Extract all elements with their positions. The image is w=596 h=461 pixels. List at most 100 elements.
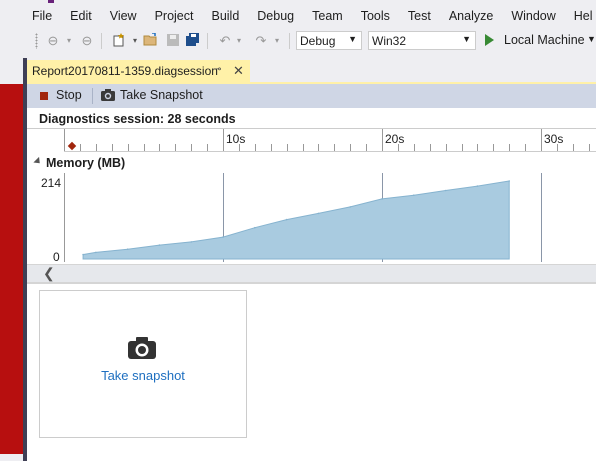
solution-platform-dropdown[interactable]: Win32 ▼ — [368, 31, 476, 50]
memory-data-point — [381, 198, 383, 200]
ruler-tick — [445, 144, 447, 151]
memory-data-point — [158, 244, 161, 246]
ruler-tick — [175, 144, 177, 151]
menu-window[interactable]: Window — [502, 6, 564, 26]
menu-project[interactable]: Project — [146, 6, 203, 26]
menu-tools[interactable]: Tools — [352, 6, 399, 26]
stop-icon[interactable] — [40, 92, 48, 100]
menu-debug[interactable]: Debug — [248, 6, 303, 26]
session-duration-status: Diagnostics session: 28 seconds — [39, 112, 236, 126]
ruler-tick — [223, 129, 224, 151]
memory-data-point — [349, 206, 352, 208]
ruler-tick — [429, 144, 431, 151]
ruler-tick — [461, 144, 463, 151]
memory-data-point — [126, 248, 129, 250]
solution-configuration-dropdown[interactable]: Debug ▼ — [296, 31, 362, 50]
run-target-dropdown-icon[interactable]: ▼ — [587, 34, 596, 44]
save-icon[interactable] — [165, 33, 181, 49]
document-tab[interactable]: Report20170811-1359.diagsession ⊸ ✕ — [27, 60, 250, 82]
standard-toolbar: ⊖ ▾ ⊖ ▾ ↶ ▾ ↷ ▾ Debug ▼ Win32 ▼ Local Ma… — [23, 30, 596, 52]
platform-value: Win32 — [372, 34, 407, 48]
menu-analyze[interactable]: Analyze — [440, 6, 502, 26]
memory-data-point — [317, 212, 320, 215]
ruler-baseline — [64, 151, 596, 152]
ruler-label-20s: 20s — [385, 132, 405, 146]
ruler-tick — [413, 144, 415, 151]
new-project-icon[interactable] — [111, 33, 127, 49]
memory-data-point — [95, 251, 97, 254]
redo-dropdown-icon[interactable]: ▾ — [269, 33, 285, 49]
toolbar-separator — [207, 33, 208, 49]
stop-button[interactable]: Stop — [56, 88, 82, 102]
ruler-tick — [509, 144, 511, 151]
ruler-tick — [191, 144, 193, 151]
chevron-left-icon[interactable]: ❮ — [43, 265, 55, 282]
timeline-scrollbar[interactable]: ❮ — [27, 264, 596, 283]
ruler-tick — [254, 144, 256, 151]
memory-data-point — [413, 194, 415, 196]
camera-icon[interactable] — [128, 337, 156, 362]
save-all-icon[interactable] — [185, 33, 201, 49]
ruler-tick — [493, 144, 495, 151]
memory-data-point — [508, 180, 511, 182]
camera-icon[interactable] — [101, 89, 115, 104]
pane-splitter[interactable] — [27, 282, 596, 284]
undo-dropdown-icon[interactable]: ▾ — [231, 33, 247, 49]
ruler-tick — [143, 144, 145, 151]
ruler-tick — [334, 144, 336, 151]
ruler-tick — [95, 144, 97, 151]
menu-test[interactable]: Test — [399, 6, 440, 26]
ruler-tick — [541, 129, 542, 151]
ruler-tick — [270, 144, 272, 151]
take-snapshot-card[interactable]: Take snapshot — [39, 290, 247, 438]
menu-file[interactable]: File — [23, 6, 61, 26]
open-file-icon[interactable] — [143, 32, 159, 49]
menu-build[interactable]: Build — [202, 6, 248, 26]
memory-graph-title: Memory (MB) — [46, 156, 126, 170]
ruler-tick — [127, 144, 129, 151]
close-icon[interactable]: ✕ — [233, 63, 244, 79]
toolbar-grip[interactable] — [35, 33, 38, 49]
forward-icon[interactable]: ⊖ — [79, 33, 95, 49]
pin-icon[interactable]: ⊸ — [213, 64, 221, 75]
y-axis-min-label: 0 — [53, 250, 60, 264]
take-snapshot-link[interactable]: Take snapshot — [40, 368, 246, 383]
ruler-tick — [286, 144, 288, 151]
vs-logo-fragment — [48, 0, 54, 3]
run-target-label: Local Machine — [504, 33, 585, 47]
ruler-tick — [159, 144, 161, 151]
ruler-tick — [588, 144, 590, 151]
menu-team[interactable]: Team — [303, 6, 352, 26]
ruler-tick — [302, 144, 304, 151]
ruler-tick — [477, 144, 479, 151]
background-window-edge — [0, 84, 23, 454]
memory-graph[interactable] — [64, 173, 596, 262]
menu-edit[interactable]: Edit — [61, 6, 101, 26]
back-icon[interactable]: ⊖ — [45, 33, 61, 49]
timeline-ruler[interactable]: 10s 20s 30s — [64, 129, 596, 153]
back-dropdown-icon[interactable]: ▾ — [61, 33, 77, 49]
ruler-tick — [79, 144, 81, 151]
memory-data-point — [82, 253, 84, 256]
memory-data-point — [476, 185, 479, 187]
menu-bar: File Edit View Project Build Debug Team … — [23, 6, 596, 26]
toolbar-separator — [101, 33, 102, 49]
ruler-tick — [525, 144, 527, 151]
play-icon — [485, 34, 494, 46]
menu-help[interactable]: Hel — [565, 6, 596, 26]
chevron-down-icon: ▼ — [462, 34, 471, 44]
menu-view[interactable]: View — [101, 6, 146, 26]
ruler-tick — [318, 144, 320, 151]
ruler-tick — [572, 144, 574, 151]
redo-icon[interactable]: ↷ — [253, 33, 269, 49]
toolbar-separator — [289, 33, 290, 49]
memory-data-point — [254, 226, 256, 229]
diagnostics-toolbar: Stop Take Snapshot — [27, 84, 596, 108]
take-snapshot-button[interactable]: Take Snapshot — [120, 88, 203, 102]
y-axis-max-label: 214 — [41, 176, 62, 190]
ruler-tick — [366, 144, 368, 151]
ruler-label-30s: 30s — [544, 132, 564, 146]
ruler-tick — [207, 144, 209, 151]
collapse-triangle-icon[interactable] — [33, 156, 43, 167]
new-dropdown-icon[interactable]: ▾ — [127, 33, 143, 49]
